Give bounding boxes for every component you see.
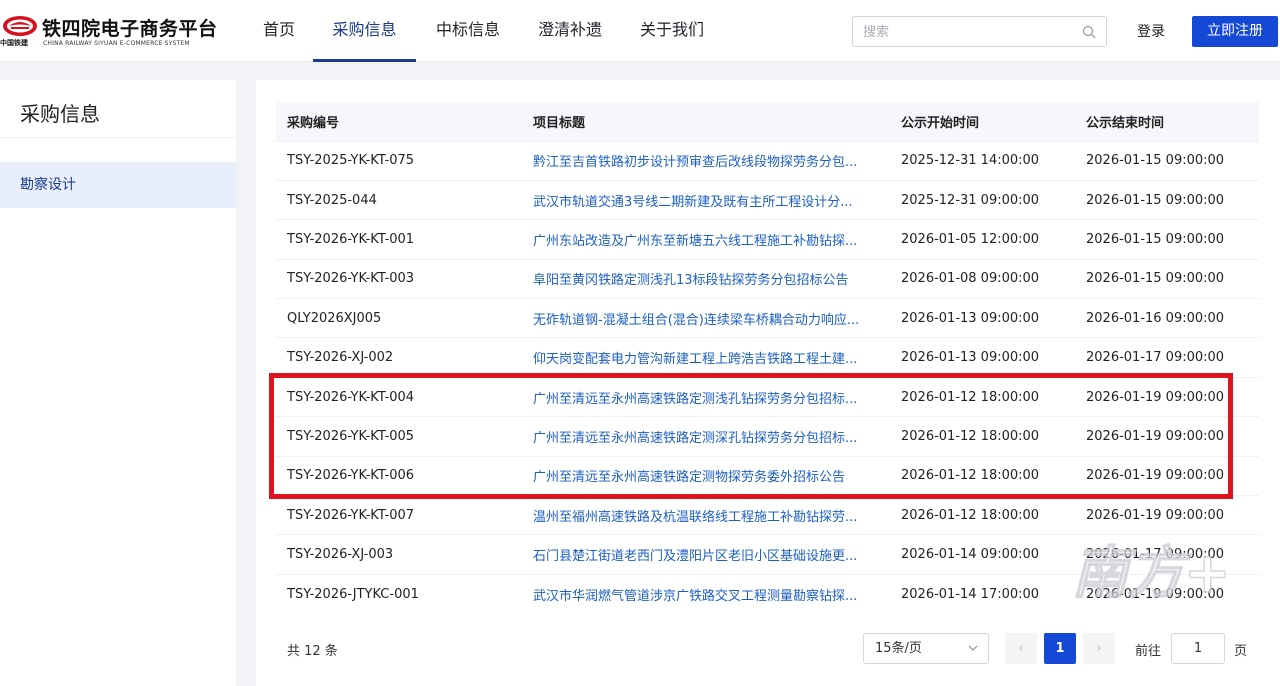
table-row: TSY-2026-YK-KT-001 广州东站改造及广州东至新塘五六线工程施工补…	[276, 219, 1259, 260]
sidebar-divider	[0, 137, 236, 138]
nav-clarification[interactable]: 澄清补遗	[538, 0, 602, 62]
cell-title-link[interactable]: 广州东站改造及广州东至新塘五六线工程施工补勘钻探...	[522, 219, 890, 260]
cell-code: TSY-2026-YK-KT-005	[276, 416, 522, 457]
cell-title-link[interactable]: 阜阳至黄冈铁路定测浅孔13标段钻探劳务分包招标公告	[522, 258, 890, 299]
login-link[interactable]: 登录	[1137, 21, 1165, 41]
column-header-end: 公示结束时间	[1075, 102, 1259, 141]
cell-title-link[interactable]: 温州至福州高速铁路及杭温联络线工程施工补勘钻探劳...	[522, 495, 890, 535]
brand-mark-text: 中国铁建	[0, 39, 28, 47]
table-row: TSY-2026-YK-KT-003 阜阳至黄冈铁路定测浅孔13标段钻探劳务分包…	[276, 258, 1259, 299]
cell-start: 2025-12-31 14:00:00	[890, 140, 1075, 181]
brand-logo[interactable]: 中国铁建 铁四院电子商务平台 CHINA RAILWAY SIYUAN E-CO…	[0, 12, 230, 52]
table-row: TSY-2026-YK-KT-007 温州至福州高速铁路及杭温联络线工程施工补勘…	[276, 495, 1259, 535]
cell-title-link[interactable]: 无砟轨道钢-混凝土组合(混合)连续梁车桥耦合动力响应...	[522, 298, 890, 338]
cell-end: 2026-01-15 09:00:00	[1075, 140, 1259, 181]
cell-start: 2026-01-05 12:00:00	[890, 219, 1075, 260]
crcc-logo-icon	[3, 16, 37, 36]
cell-code: TSY-2025-YK-KT-075	[276, 140, 522, 181]
cell-code: TSY-2026-YK-KT-006	[276, 455, 522, 496]
sidebar-title: 采购信息	[20, 102, 100, 126]
cell-title-link[interactable]: 仰天岗变配套电力管沟新建工程上跨浩吉铁路工程土建...	[522, 337, 890, 378]
search-input[interactable]	[863, 23, 1073, 41]
cell-end: 2026-01-16 09:00:00	[1075, 298, 1259, 338]
cell-end: 2026-01-15 09:00:00	[1075, 179, 1259, 220]
nav-about[interactable]: 关于我们	[640, 0, 704, 62]
cell-start: 2026-01-12 18:00:00	[890, 495, 1075, 535]
column-header-code: 采购编号	[276, 102, 522, 141]
table-row: TSY-2025-044 武汉市轨道交通3号线二期新建及既有主所工程设计分...…	[276, 179, 1259, 220]
cell-end: 2026-01-19 09:00:00	[1075, 573, 1259, 614]
nav-procurement[interactable]: 采购信息	[313, 0, 416, 62]
cell-start: 2026-01-14 17:00:00	[890, 573, 1075, 614]
cell-code: TSY-2026-YK-KT-003	[276, 258, 522, 299]
register-button[interactable]: 立即注册	[1192, 16, 1278, 47]
cell-start: 2026-01-14 09:00:00	[890, 534, 1075, 575]
cell-start: 2026-01-12 18:00:00	[890, 416, 1075, 457]
page-size-select[interactable]: 15条/页	[863, 633, 989, 664]
sidebar-item-survey-design[interactable]: 勘察设计	[0, 162, 236, 208]
table-row: QLY2026XJ005 无砟轨道钢-混凝土组合(混合)连续梁车桥耦合动力响应.…	[276, 298, 1259, 338]
table-row: TSY-2026-XJ-003 石门县楚江街道老西门及澧阳片区老旧小区基础设施更…	[276, 534, 1259, 575]
goto-page-input[interactable]	[1171, 633, 1225, 664]
cell-title-link[interactable]: 武汉市华润燃气管道涉京广铁路交叉工程测量勘察钻探...	[522, 573, 890, 614]
column-header-title: 项目标题	[522, 102, 890, 141]
cell-code: TSY-2026-YK-KT-007	[276, 495, 522, 535]
cell-title-link[interactable]: 武汉市轨道交通3号线二期新建及既有主所工程设计分...	[522, 179, 890, 220]
search-box	[852, 16, 1107, 47]
cell-start: 2026-01-13 09:00:00	[890, 337, 1075, 378]
cell-title-link[interactable]: 广州至清远至永州高速铁路定测物探劳务委外招标公告	[522, 455, 890, 496]
page-size-label: 15条/页	[875, 641, 922, 656]
cell-end: 2026-01-15 09:00:00	[1075, 219, 1259, 260]
cell-start: 2026-01-12 18:00:00	[890, 455, 1075, 496]
cell-end: 2026-01-15 09:00:00	[1075, 258, 1259, 299]
search-icon[interactable]	[1082, 25, 1096, 39]
goto-label: 前往	[1135, 644, 1162, 659]
table-row: TSY-2026-JTYKC-001 武汉市华润燃气管道涉京广铁路交叉工程测量勘…	[276, 573, 1259, 614]
cell-end: 2026-01-19 09:00:00	[1075, 416, 1259, 457]
table-row: TSY-2026-YK-KT-005 广州至清远至永州高速铁路定测深孔钻探劳务分…	[276, 416, 1259, 457]
cell-code: TSY-2026-YK-KT-004	[276, 376, 522, 417]
column-header-start: 公示开始时间	[890, 102, 1075, 141]
cell-end: 2026-01-19 09:00:00	[1075, 495, 1259, 535]
cell-code: TSY-2026-XJ-003	[276, 534, 522, 575]
main-content: 采购编号 项目标题 公示开始时间 公示结束时间 TSY-2025-YK-KT-0…	[256, 80, 1280, 686]
table-row: TSY-2025-YK-KT-075 黔江至吉首铁路初步设计预审查后改线段物探劳…	[276, 140, 1259, 181]
top-header: 中国铁建 铁四院电子商务平台 CHINA RAILWAY SIYUAN E-CO…	[0, 0, 1280, 62]
cell-title-link[interactable]: 广州至清远至永州高速铁路定测浅孔钻探劳务分包招标...	[522, 376, 890, 417]
cell-title-link[interactable]: 黔江至吉首铁路初步设计预审查后改线段物探劳务分包...	[522, 140, 890, 181]
prev-page-button[interactable]: ‹	[1005, 633, 1037, 664]
brand-english: CHINA RAILWAY SIYUAN E-COMMERCE SYSTEM	[43, 40, 190, 47]
cell-start: 2025-12-31 09:00:00	[890, 179, 1075, 220]
chevron-down-icon	[968, 645, 978, 651]
cell-end: 2026-01-17 09:00:00	[1075, 534, 1259, 575]
cell-title-link[interactable]: 广州至清远至永州高速铁路定测深孔钻探劳务分包招标...	[522, 416, 890, 457]
nav-award[interactable]: 中标信息	[436, 0, 500, 62]
cell-start: 2026-01-08 09:00:00	[890, 258, 1075, 299]
nav-home[interactable]: 首页	[263, 0, 295, 62]
cell-code: TSY-2026-XJ-002	[276, 337, 522, 378]
cell-code: TSY-2026-YK-KT-001	[276, 219, 522, 260]
cell-end: 2026-01-17 09:00:00	[1075, 337, 1259, 378]
page-1-button[interactable]: 1	[1044, 633, 1076, 664]
cell-end: 2026-01-19 09:00:00	[1075, 455, 1259, 496]
procurement-table: 采购编号 项目标题 公示开始时间 公示结束时间 TSY-2025-YK-KT-0…	[276, 102, 1259, 614]
cell-start: 2026-01-12 18:00:00	[890, 376, 1075, 417]
table-row: TSY-2026-YK-KT-004 广州至清远至永州高速铁路定测浅孔钻探劳务分…	[276, 376, 1259, 417]
goto-suffix: 页	[1234, 644, 1248, 659]
next-page-button[interactable]: ›	[1083, 633, 1115, 664]
table-row: TSY-2026-XJ-002 仰天岗变配套电力管沟新建工程上跨浩吉铁路工程土建…	[276, 337, 1259, 378]
total-count: 共 12 条	[287, 644, 338, 659]
sidebar: 采购信息 勘察设计	[0, 80, 236, 686]
table-row: TSY-2026-YK-KT-006 广州至清远至永州高速铁路定测物探劳务委外招…	[276, 455, 1259, 496]
brand-title: 铁四院电子商务平台	[42, 18, 218, 40]
cell-code: TSY-2026-JTYKC-001	[276, 573, 522, 614]
cell-code: TSY-2025-044	[276, 179, 522, 220]
cell-start: 2026-01-13 09:00:00	[890, 298, 1075, 338]
cell-end: 2026-01-19 09:00:00	[1075, 376, 1259, 417]
cell-title-link[interactable]: 石门县楚江街道老西门及澧阳片区老旧小区基础设施更...	[522, 534, 890, 575]
table-header-row: 采购编号 项目标题 公示开始时间 公示结束时间	[276, 102, 1259, 141]
cell-code: QLY2026XJ005	[276, 298, 522, 338]
